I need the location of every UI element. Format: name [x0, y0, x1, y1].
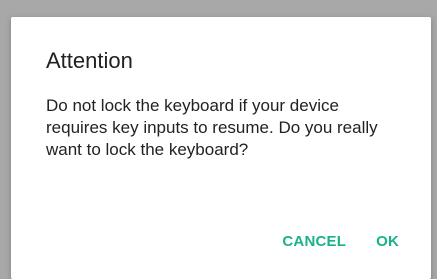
- dialog-title: Attention: [46, 48, 133, 73]
- ok-button[interactable]: OK: [376, 232, 399, 252]
- alert-dialog: Attention Do not lock the keyboard if yo…: [11, 17, 431, 279]
- dialog-message: Do not lock the keyboard if your device …: [46, 96, 378, 159]
- cancel-button[interactable]: CANCEL: [282, 232, 346, 252]
- dialog-actions: CANCEL OK: [282, 232, 399, 252]
